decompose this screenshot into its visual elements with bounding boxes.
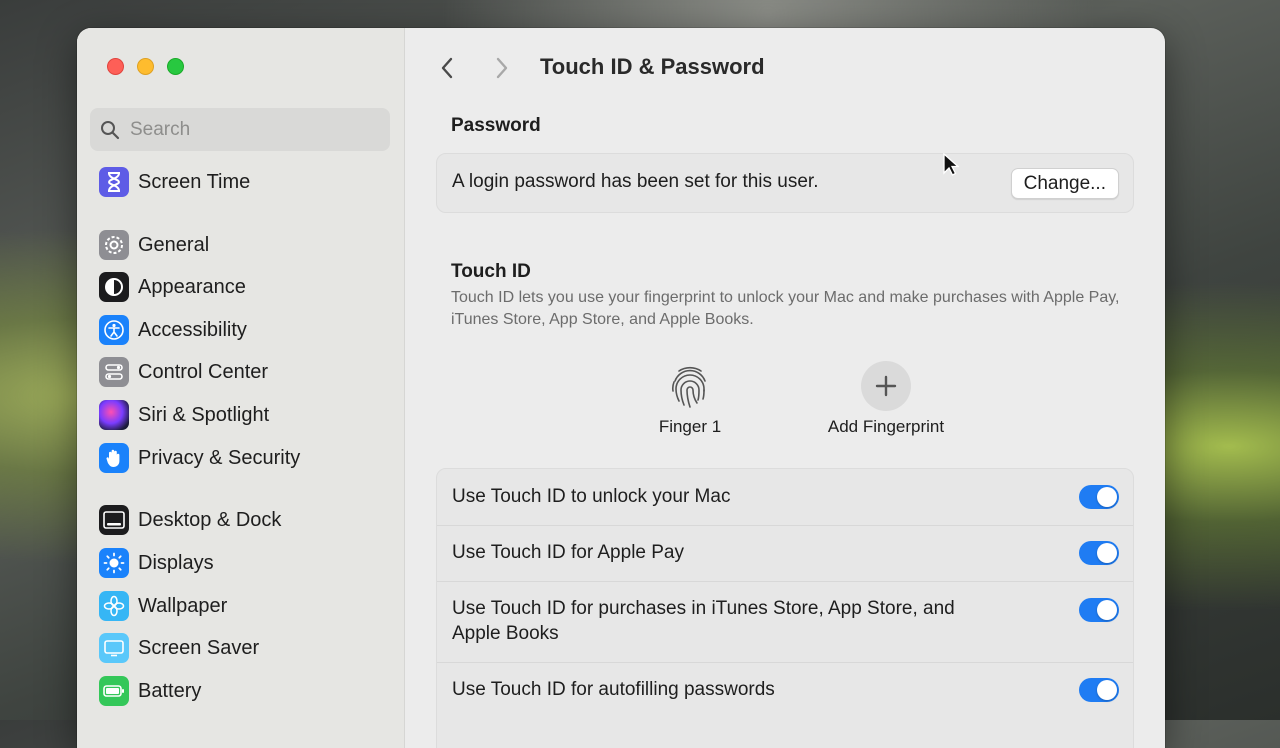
search-icon (101, 120, 120, 139)
option-label: Use Touch ID for autofilling passwords (452, 679, 775, 700)
zoom-button[interactable] (167, 58, 184, 75)
close-button[interactable] (107, 58, 124, 75)
settings-window: Screen Time General Appearance Accessibi… (77, 28, 1165, 748)
option-label: Use Touch ID to unlock your Mac (452, 486, 731, 507)
sidebar-item-label: Accessibility (138, 318, 247, 341)
page-title: Touch ID & Password (540, 54, 765, 79)
sidebar-item-desktop-dock[interactable]: Desktop & Dock (99, 503, 281, 537)
sidebar-item-siri-spotlight[interactable]: Siri & Spotlight (99, 398, 269, 432)
sidebar-item-general[interactable]: General (99, 228, 209, 262)
sidebar: Screen Time General Appearance Accessibi… (77, 28, 405, 748)
accessibility-icon (99, 315, 129, 345)
autofill-passwords-toggle[interactable] (1079, 678, 1119, 702)
sidebar-item-label: Privacy & Security (138, 446, 301, 469)
option-row-autofill: Use Touch ID for autofilling passwords (437, 662, 1133, 719)
sidebar-item-label: Desktop & Dock (138, 508, 282, 531)
purchases-toggle[interactable] (1079, 598, 1119, 622)
sidebar-item-label: Screen Time (138, 170, 251, 193)
change-password-button[interactable]: Change... (1010, 168, 1119, 199)
hand-icon (99, 443, 129, 473)
plus-icon (861, 361, 911, 411)
sidebar-item-label: Siri & Spotlight (138, 403, 270, 426)
main-content: Touch ID & Password Password A login pas… (405, 28, 1165, 748)
option-row-unlock: Use Touch ID to unlock your Mac (437, 469, 1133, 526)
control-center-icon (99, 357, 129, 387)
option-row-purchases: Use Touch ID for purchases in iTunes Sto… (437, 581, 1133, 663)
screen-saver-icon (99, 633, 129, 663)
touch-id-description: Touch ID lets you use your fingerprint t… (451, 289, 1120, 328)
password-card: A login password has been set for this u… (436, 153, 1134, 213)
sidebar-item-screen-time[interactable]: Screen Time (99, 165, 250, 199)
touch-id-options-card: Use Touch ID to unlock your Mac Use Touc… (436, 468, 1134, 748)
sidebar-item-privacy-security[interactable]: Privacy & Security (99, 441, 300, 475)
unlock-mac-toggle[interactable] (1079, 485, 1119, 509)
add-fingerprint-label: Add Fingerprint (827, 417, 945, 436)
password-status-text: A login password has been set for this u… (452, 171, 819, 192)
chevron-right-icon (496, 57, 508, 79)
hourglass-icon (99, 167, 129, 197)
dock-icon (99, 505, 129, 535)
sun-icon (99, 548, 129, 578)
option-label: Use Touch ID for purchases in iTunes Sto… (452, 598, 955, 644)
sidebar-item-control-center[interactable]: Control Center (99, 355, 268, 389)
sidebar-item-label: Screen Saver (138, 636, 260, 659)
sidebar-item-accessibility[interactable]: Accessibility (99, 313, 247, 347)
mouse-cursor-icon (943, 153, 959, 176)
appearance-icon (99, 272, 129, 302)
apple-pay-toggle[interactable] (1079, 541, 1119, 565)
flower-icon (99, 591, 129, 621)
sidebar-item-displays[interactable]: Displays (99, 546, 214, 580)
search-field[interactable] (90, 108, 390, 151)
siri-icon (99, 400, 129, 430)
gear-icon (99, 230, 129, 260)
sidebar-item-appearance[interactable]: Appearance (99, 270, 246, 304)
battery-icon (99, 676, 129, 706)
add-fingerprint-button[interactable]: Add Fingerprint (826, 361, 946, 437)
touch-id-heading: Touch ID (451, 261, 531, 282)
search-input[interactable] (128, 117, 372, 142)
sidebar-item-label: Appearance (138, 275, 246, 298)
finger-label: Finger 1 (658, 417, 722, 436)
chevron-left-icon (441, 57, 453, 79)
sidebar-item-wallpaper[interactable]: Wallpaper (99, 589, 227, 623)
option-label: Use Touch ID for Apple Pay (452, 542, 684, 563)
forward-button[interactable] (488, 54, 516, 82)
password-heading: Password (451, 115, 541, 136)
sidebar-item-label: General (138, 233, 210, 256)
sidebar-item-label: Control Center (138, 360, 269, 383)
sidebar-item-screen-saver[interactable]: Screen Saver (99, 631, 259, 665)
sidebar-item-label: Displays (138, 551, 214, 574)
sidebar-item-battery[interactable]: Battery (99, 674, 201, 708)
back-button[interactable] (433, 54, 461, 82)
sidebar-item-label: Wallpaper (138, 594, 228, 617)
option-row-apple-pay: Use Touch ID for Apple Pay (437, 525, 1133, 582)
sidebar-item-label: Battery (138, 679, 202, 702)
fingerprint-icon (665, 361, 715, 411)
fingerprint-finger-1[interactable]: Finger 1 (630, 361, 750, 437)
minimize-button[interactable] (137, 58, 154, 75)
